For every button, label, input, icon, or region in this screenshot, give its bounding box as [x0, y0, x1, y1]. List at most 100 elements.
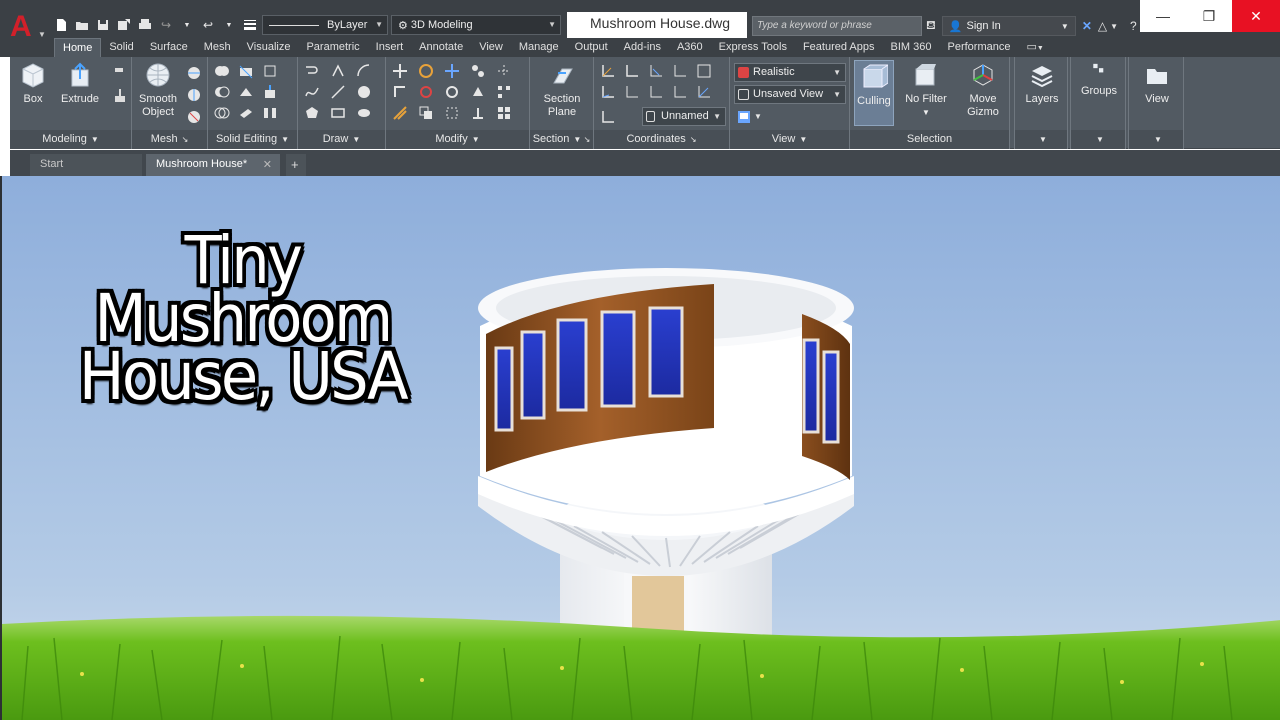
panel-groups-expand[interactable]: ▼ — [1071, 130, 1125, 149]
explode-icon[interactable] — [496, 63, 512, 79]
dropdown-arrow-icon[interactable]: ▼ — [220, 16, 238, 34]
mesh-smooth-less-icon[interactable] — [186, 87, 202, 103]
tab-manage[interactable]: Manage — [511, 38, 567, 57]
erase-icon[interactable] — [444, 105, 460, 121]
interfere-icon[interactable] — [238, 84, 254, 100]
chevron-down-icon[interactable]: ▼ — [754, 112, 762, 121]
mesh-smooth-more-icon[interactable] — [186, 65, 202, 81]
refine-mesh-icon[interactable] — [186, 109, 202, 125]
fillet-icon[interactable] — [392, 84, 408, 100]
panel-title-selection[interactable]: Selection — [850, 130, 1009, 149]
search-input[interactable]: Type a keyword or phrase — [752, 16, 922, 36]
viewport-config-icon[interactable] — [736, 109, 752, 125]
3d-scale-icon[interactable] — [418, 84, 434, 100]
tab-mesh[interactable]: Mesh — [196, 38, 239, 57]
panel-title-section[interactable]: Section ▼ ↘ — [530, 130, 593, 149]
rectangular-array-icon[interactable] — [496, 105, 512, 121]
ucs-icon[interactable] — [600, 63, 616, 79]
panel-title-draw[interactable]: Draw ▼ — [298, 130, 385, 149]
panel-view-expand[interactable]: ▼ — [1129, 130, 1183, 149]
ucs-face-icon[interactable] — [600, 109, 616, 125]
subtract-icon[interactable] — [214, 84, 230, 100]
minimize-button[interactable]: — — [1140, 0, 1186, 32]
visual-style-combo[interactable]: Realistic ▼ — [734, 63, 846, 82]
line-icon[interactable] — [330, 84, 346, 100]
named-ucs-combo[interactable]: Unnamed ▼ — [642, 107, 726, 126]
layers-button[interactable]: Layers — [1017, 61, 1067, 106]
tab-bim-360[interactable]: BIM 360 — [883, 38, 940, 57]
tab-view[interactable]: View — [471, 38, 511, 57]
separate-icon[interactable] — [262, 105, 278, 121]
slice-icon[interactable] — [238, 63, 254, 79]
sign-in-button[interactable]: 👤 Sign In ▼ — [941, 16, 1076, 36]
panel-title-coordinates[interactable]: Coordinates ↘ — [594, 130, 729, 149]
ellipse-icon[interactable] — [356, 105, 372, 121]
array-icon[interactable] — [496, 84, 512, 100]
ucs-previous-icon[interactable] — [600, 84, 616, 100]
drawing-viewport[interactable]: Tiny Mushroom House, USA — [0, 176, 1280, 720]
intersect-icon[interactable] — [214, 105, 230, 121]
rotate-icon[interactable] — [444, 84, 460, 100]
save-as-icon[interactable] — [115, 16, 133, 34]
tab-add-ins[interactable]: Add-ins — [616, 38, 669, 57]
ribbon-options-icon[interactable]: ▭▼ — [1018, 38, 1051, 57]
groups-button[interactable]: Groups — [1073, 61, 1125, 98]
tab-express-tools[interactable]: Express Tools — [711, 38, 795, 57]
3d-polyline-icon[interactable] — [330, 63, 346, 79]
exchange-apps-icon[interactable]: ✕ — [1082, 19, 1092, 33]
culling-button[interactable]: Culling — [854, 60, 894, 126]
move-icon[interactable] — [392, 63, 408, 79]
tab-featured-apps[interactable]: Featured Apps — [795, 38, 883, 57]
panel-title-view[interactable]: View ▼ — [730, 130, 849, 149]
new-tab-button[interactable]: + — [286, 154, 306, 176]
tab-output[interactable]: Output — [567, 38, 616, 57]
tab-insert[interactable]: Insert — [368, 38, 412, 57]
3d-align-icon[interactable] — [470, 63, 486, 79]
ucs-icon-properties[interactable] — [696, 63, 712, 79]
close-button[interactable]: ✕ — [1232, 0, 1280, 32]
ucs-y-icon[interactable] — [624, 84, 640, 100]
tab-home[interactable]: Home — [54, 38, 102, 57]
undo-icon[interactable]: ↩ — [199, 16, 217, 34]
print-icon[interactable] — [136, 16, 154, 34]
polysolid-icon[interactable] — [112, 65, 128, 81]
binoculars-icon[interactable]: ⛾ — [926, 18, 936, 34]
new-file-icon[interactable] — [52, 16, 70, 34]
rectangle-icon[interactable] — [330, 105, 346, 121]
tab-annotate[interactable]: Annotate — [411, 38, 471, 57]
lineweight-icon[interactable] — [241, 16, 259, 34]
tab-solid[interactable]: Solid — [101, 38, 141, 57]
polyline-icon[interactable] — [304, 63, 320, 79]
spline-icon[interactable] — [304, 84, 320, 100]
ucs-world-icon[interactable] — [624, 63, 640, 79]
ucs-z-icon[interactable] — [648, 84, 664, 100]
thicken-icon[interactable] — [238, 105, 254, 121]
restore-button[interactable]: ❐ — [1186, 0, 1232, 32]
tab-a360[interactable]: A360 — [669, 38, 711, 57]
stay-connected-icon[interactable]: △ ▼ — [1098, 19, 1118, 33]
application-menu-button[interactable]: A ▼ — [4, 2, 48, 46]
polygon-icon[interactable] — [304, 105, 320, 121]
extrude-button[interactable]: Extrude — [56, 61, 104, 106]
panel-title-mesh[interactable]: Mesh ↘ — [132, 130, 207, 149]
union-icon[interactable] — [214, 63, 230, 79]
tab-surface[interactable]: Surface — [142, 38, 196, 57]
ucs-3point-icon[interactable] — [696, 84, 712, 100]
arc-icon[interactable] — [356, 63, 372, 79]
extract-edges-icon[interactable] — [262, 63, 278, 79]
ucs-x-icon[interactable] — [648, 63, 664, 79]
3d-rotate-icon[interactable] — [418, 63, 434, 79]
workspace-combo[interactable]: ⚙ 3D Modeling ▼ — [391, 15, 561, 35]
circle-icon[interactable] — [356, 84, 372, 100]
layer-linetype-combo[interactable]: ByLayer ▼ — [262, 15, 388, 35]
dropdown-arrow-icon[interactable]: ▼ — [178, 16, 196, 34]
panel-title-modify[interactable]: Modify ▼ — [386, 130, 529, 149]
trim-icon[interactable] — [470, 105, 486, 121]
save-icon[interactable] — [94, 16, 112, 34]
ucs-view-icon[interactable] — [672, 84, 688, 100]
panel-title-solid-editing[interactable]: Solid Editing ▼ — [208, 130, 297, 149]
panel-layers-expand[interactable]: ▼ — [1015, 130, 1067, 149]
smooth-object-button[interactable]: Smooth Object — [136, 61, 180, 119]
ucs-origin-icon[interactable] — [672, 63, 688, 79]
copy-icon[interactable] — [418, 105, 434, 121]
